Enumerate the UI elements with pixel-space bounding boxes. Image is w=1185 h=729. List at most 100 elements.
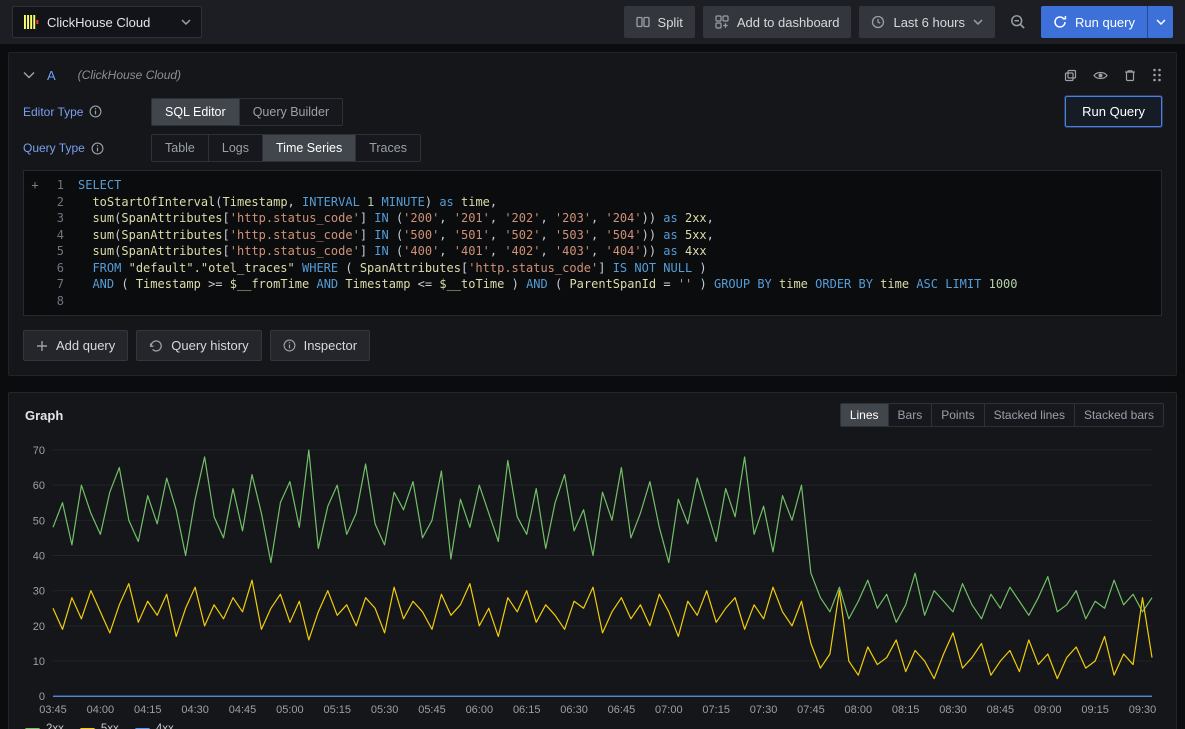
line-number: 2 [46,194,64,211]
svg-text:07:30: 07:30 [750,704,778,716]
svg-text:07:15: 07:15 [702,704,730,716]
info-circle-icon[interactable] [91,142,104,155]
add-to-dashboard-label: Add to dashboard [737,15,840,30]
info-circle-icon [283,339,296,352]
code-line-3[interactable]: 3 sum(SpanAttributes['http.status_code']… [24,210,1161,227]
series-line-2xx [53,450,1152,622]
option-points[interactable]: Points [932,404,984,426]
add-line-icon[interactable]: + [24,177,46,194]
option-bars[interactable]: Bars [889,404,933,426]
topbar-actions: Split Add to dashboard Last 6 hours [624,6,1173,38]
code-line-2[interactable]: 2 toStartOfInterval(Timestamp, INTERVAL … [24,194,1161,211]
trash-icon [1124,69,1136,82]
svg-text:06:00: 06:00 [466,704,494,716]
query-type-row: Query Type TableLogsTime SeriesTraces [17,134,1168,162]
copy-icon [1064,69,1077,82]
inspector-button[interactable]: Inspector [270,330,370,361]
delete-query-button[interactable] [1124,69,1136,82]
code-line-5[interactable]: 5 sum(SpanAttributes['http.status_code']… [24,243,1161,260]
svg-text:60: 60 [33,480,45,492]
code-text: sum(SpanAttributes['http.status_code'] I… [78,227,714,244]
split-label: Split [658,15,683,30]
gutter-spacer [24,210,46,227]
code-text: sum(SpanAttributes['http.status_code'] I… [78,210,714,227]
code-line-7[interactable]: 7 AND ( Timestamp >= $__fromTime AND Tim… [24,276,1161,293]
code-line-4[interactable]: 4 sum(SpanAttributes['http.status_code']… [24,227,1161,244]
run-query-button[interactable]: Run query [1041,6,1147,38]
graph-title: Graph [21,408,63,423]
graph-panel-header: Graph LinesBarsPointsStacked linesStacke… [21,403,1164,427]
zoom-out-button[interactable] [1003,6,1033,38]
legend-item-2xx[interactable]: 2xx [25,723,64,729]
query-history-button[interactable]: Query history [136,330,261,361]
legend-item-4xx[interactable]: 4xx [135,723,174,729]
editor-type-label: Editor Type [23,105,83,119]
gutter-spacer [24,276,46,293]
query-letter: A [47,68,56,83]
plus-icon [36,340,48,352]
time-series-chart[interactable]: 01020304050607003:4504:0004:1504:3004:45… [19,433,1166,720]
line-number: 1 [46,177,64,194]
query-history-label: Query history [171,338,248,353]
chevron-down-icon [973,19,983,25]
query-row-header: A (ClickHouse Cloud) [17,61,1168,89]
line-number: 7 [46,276,64,293]
eye-icon [1093,70,1108,81]
svg-text:06:45: 06:45 [608,704,636,716]
run-query-panel-button[interactable]: Run Query [1065,96,1162,127]
gutter-spacer [24,194,46,211]
query-type-label: Query Type [23,141,85,155]
add-query-button[interactable]: Add query [23,330,128,361]
sql-code-editor[interactable]: +1SELECT2 toStartOfInterval(Timestamp, I… [23,170,1162,316]
svg-text:09:00: 09:00 [1034,704,1062,716]
option-logs[interactable]: Logs [209,135,263,161]
toggle-visibility-button[interactable] [1093,70,1108,81]
add-to-dashboard-button[interactable]: Add to dashboard [703,6,852,38]
option-time-series[interactable]: Time Series [263,135,356,161]
svg-text:04:45: 04:45 [229,704,257,716]
time-range-picker[interactable]: Last 6 hours [859,6,995,38]
datasource-picker[interactable]: ClickHouse Cloud [12,6,202,38]
svg-text:07:00: 07:00 [655,704,683,716]
run-query-split-button: Run query [1041,6,1173,38]
collapse-query-button[interactable] [23,71,35,79]
legend-item-5xx[interactable]: 5xx [80,723,119,729]
code-text: toStartOfInterval(Timestamp, INTERVAL 1 … [78,194,497,211]
series-line-5xx [53,580,1152,678]
svg-text:09:30: 09:30 [1129,704,1157,716]
option-table[interactable]: Table [152,135,209,161]
info-circle-icon[interactable] [89,105,102,118]
svg-text:05:15: 05:15 [323,704,351,716]
query-type-toggle: TableLogsTime SeriesTraces [151,134,421,162]
svg-text:04:15: 04:15 [134,704,162,716]
split-button[interactable]: Split [624,6,695,38]
svg-text:30: 30 [33,586,45,598]
option-stacked-bars[interactable]: Stacked bars [1075,404,1163,426]
editor-type-row: Editor Type SQL EditorQuery Builder Run … [17,96,1168,127]
drag-dots-icon [1152,68,1162,82]
run-query-caret-button[interactable] [1147,6,1173,38]
option-traces[interactable]: Traces [356,135,420,161]
svg-text:10: 10 [33,656,45,668]
svg-text:70: 70 [33,445,45,457]
clock-icon [871,15,885,29]
svg-text:08:15: 08:15 [892,704,920,716]
drag-handle[interactable] [1152,68,1162,82]
option-sql-editor[interactable]: SQL Editor [152,99,240,125]
duplicate-query-button[interactable] [1064,69,1077,82]
editor-type-toggle: SQL EditorQuery Builder [151,98,343,126]
time-range-label: Last 6 hours [893,15,965,30]
option-query-builder[interactable]: Query Builder [240,99,342,125]
run-query-label: Run query [1075,15,1135,30]
query-type-label-group: Query Type [23,141,151,155]
code-line-1[interactable]: +1 SELECT [24,177,1161,194]
code-line-8[interactable]: 8 [24,293,1161,310]
svg-text:40: 40 [33,551,45,563]
graph-panel: Graph LinesBarsPointsStacked linesStacke… [8,392,1177,729]
option-stacked-lines[interactable]: Stacked lines [985,404,1075,426]
option-lines[interactable]: Lines [841,404,889,426]
code-line-6[interactable]: 6 FROM "default"."otel_traces" WHERE ( S… [24,260,1161,277]
svg-text:06:15: 06:15 [513,704,541,716]
code-text: AND ( Timestamp >= $__fromTime AND Times… [78,276,1018,293]
code-text: SELECT [78,177,121,194]
